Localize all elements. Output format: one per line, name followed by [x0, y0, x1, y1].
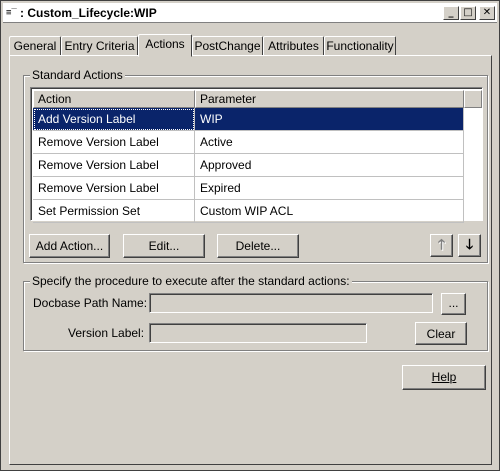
- maximize-icon: □: [463, 7, 473, 18]
- tab-actions[interactable]: Actions: [138, 34, 192, 57]
- table-header: Action Parameter: [33, 90, 482, 108]
- maximize-button[interactable]: □: [460, 6, 476, 20]
- add-action-button[interactable]: Add Action...: [29, 234, 110, 258]
- parameter-cell: WIP: [195, 108, 464, 131]
- actions-table[interactable]: Action Parameter Add Version Label WIP R…: [30, 87, 483, 223]
- table-row[interactable]: Remove Version Label Approved: [33, 154, 464, 177]
- minimize-icon: _: [448, 7, 454, 18]
- parameter-cell: Active: [195, 131, 464, 154]
- table-row[interactable]: Remove Version Label Active: [33, 131, 464, 154]
- action-cell: Remove Version Label: [33, 131, 195, 154]
- title-bar: ≡‾ : Custom_Lifecycle:WIP _ □ ✕: [3, 3, 497, 23]
- tab-attributes[interactable]: Attributes: [263, 36, 324, 56]
- action-cell: Remove Version Label: [33, 177, 195, 200]
- minimize-button[interactable]: _: [443, 6, 459, 20]
- table-row[interactable]: Remove Version Label Expired: [33, 177, 464, 200]
- tab-functionality[interactable]: Functionality: [324, 36, 396, 56]
- edit-action-button[interactable]: Edit...: [123, 234, 205, 258]
- tab-general[interactable]: General: [9, 36, 61, 56]
- clear-button[interactable]: Clear: [415, 322, 467, 345]
- move-up-button[interactable]: 🡑: [430, 234, 453, 257]
- parameter-cell: Custom WIP ACL: [195, 200, 464, 223]
- help-label: Help: [431, 370, 457, 384]
- arrow-up-icon: 🡑: [437, 237, 446, 253]
- procedure-legend: Specify the procedure to execute after t…: [30, 274, 352, 288]
- action-cell: Add Version Label: [33, 108, 195, 131]
- action-cell: Remove Version Label: [33, 154, 195, 177]
- move-down-button[interactable]: 🡓: [458, 234, 481, 257]
- table-row[interactable]: Add Version Label WIP: [33, 108, 464, 131]
- window-title: : Custom_Lifecycle:WIP: [20, 6, 157, 20]
- close-icon: ✕: [482, 7, 492, 18]
- parameter-cell: Approved: [195, 154, 464, 177]
- version-label-label: Version Label:: [68, 326, 145, 340]
- standard-actions-legend: Standard Actions: [30, 68, 125, 82]
- delete-action-button[interactable]: Delete...: [217, 234, 299, 258]
- lifecycle-dialog: ≡‾ : Custom_Lifecycle:WIP _ □ ✕ General …: [0, 0, 500, 471]
- tab-postchange[interactable]: PostChange: [192, 36, 263, 56]
- tab-entry-criteria[interactable]: Entry Criteria: [61, 36, 138, 56]
- action-cell: Set Permission Set: [33, 200, 195, 223]
- system-menu-icon[interactable]: ≡‾: [6, 7, 18, 19]
- table-row[interactable]: Set Permission Set Custom WIP ACL: [33, 200, 464, 223]
- docbase-path-label: Docbase Path Name:: [33, 296, 148, 310]
- close-button[interactable]: ✕: [479, 6, 495, 20]
- column-header-parameter[interactable]: Parameter: [195, 90, 464, 108]
- parameter-cell: Expired: [195, 177, 464, 200]
- browse-button[interactable]: ...: [441, 293, 466, 315]
- help-button[interactable]: Help: [402, 365, 486, 390]
- column-header-action[interactable]: Action: [33, 90, 195, 108]
- version-label-field[interactable]: [149, 323, 367, 343]
- docbase-path-field[interactable]: [149, 293, 433, 313]
- arrow-down-icon: 🡓: [465, 237, 474, 253]
- column-header-filler: [464, 90, 482, 108]
